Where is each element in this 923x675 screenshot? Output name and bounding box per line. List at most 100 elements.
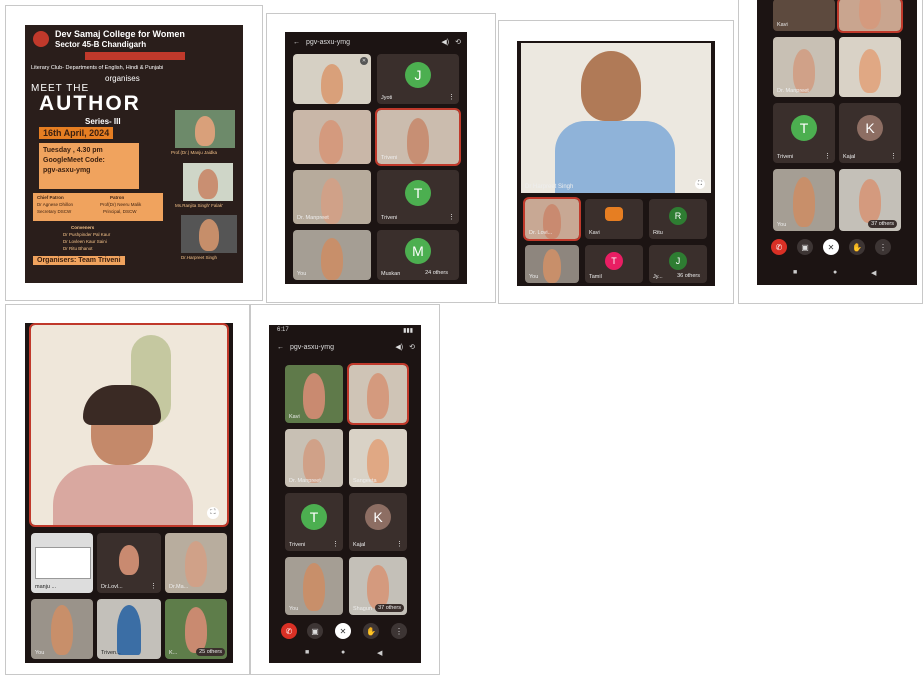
others-count[interactable]: 36 others: [674, 272, 703, 280]
participant-tile[interactable]: manju ...: [31, 533, 93, 593]
participant-tile[interactable]: Kavi: [285, 365, 343, 423]
participant-tile[interactable]: M Muskan 24 others: [377, 230, 459, 280]
speaker3-photo: [181, 215, 237, 253]
mic-off-icon: ✕: [360, 57, 368, 65]
nav-home-icon[interactable]: ●: [341, 649, 345, 656]
participant-tile[interactable]: J Jyoti ⋮: [377, 54, 459, 104]
participant-tile[interactable]: Kavi: [585, 199, 643, 239]
participant-tile[interactable]: [839, 37, 901, 97]
nav-square-icon[interactable]: ■: [305, 649, 309, 656]
participant-tile[interactable]: [347, 363, 409, 425]
participant-tile[interactable]: Kavi: [773, 0, 835, 31]
more-icon[interactable]: ⋮: [396, 540, 403, 548]
mic-button[interactable]: ✕: [823, 239, 839, 255]
others-count[interactable]: 24 others: [422, 269, 451, 277]
participant-tile[interactable]: Dr.Ma...: [165, 533, 227, 593]
raise-hand-button[interactable]: ✋: [849, 239, 865, 255]
more-options-button[interactable]: ⋮: [391, 623, 407, 639]
nav-back-icon[interactable]: ◀: [871, 269, 876, 277]
avatar: T: [301, 504, 327, 531]
avatar: T: [605, 251, 623, 270]
series-label: Series- III: [85, 117, 121, 126]
meeting-code[interactable]: pgv-asxu-ymg: [306, 39, 350, 46]
speaker-icon[interactable]: ◀): [441, 38, 449, 46]
more-options-button[interactable]: ⋮: [875, 239, 891, 255]
participant-tile[interactable]: 37 others: [839, 169, 901, 231]
avatar: R: [669, 206, 687, 225]
meeting-code[interactable]: pgv-asxu-ymg: [290, 344, 334, 351]
meet-topbar: ← pgv-asxu-ymg ◀) ⟲: [269, 339, 421, 355]
avatar: M: [405, 238, 431, 264]
participant-tile[interactable]: Dr.Lovl... ⋮: [97, 533, 161, 593]
event-time: Tuesday , 4.30 pm: [43, 147, 103, 154]
participant-tile[interactable]: You: [293, 230, 371, 280]
participant-tile[interactable]: Dr. Manpreet: [285, 429, 343, 487]
speaker-clothes: [53, 465, 193, 525]
participant-tile[interactable]: T Triveni ⋮: [285, 493, 343, 551]
main-speaker-tile[interactable]: Dr Harpreet Singh ⛶: [521, 43, 711, 193]
participant-tile[interactable]: T Triveni ⋮: [377, 170, 459, 224]
back-arrow-icon[interactable]: ←: [277, 344, 284, 351]
speaker-shirt: [555, 121, 675, 193]
college-name: Dev Samaj College for Women: [55, 29, 185, 39]
convener-3: Dr Ritu Bhanot: [63, 246, 93, 251]
participant-tile[interactable]: J Jy... 36 others: [649, 245, 707, 283]
chief-patron-role: Secretary DSCW: [37, 209, 72, 214]
participant-tile[interactable]: K... 25 others: [165, 599, 227, 659]
more-icon[interactable]: ⋮: [448, 213, 455, 221]
participant-tile[interactable]: You: [525, 245, 579, 283]
participant-tile[interactable]: Triven...: [97, 599, 161, 659]
panel-meet-speaker-2: ⛶ manju ... Dr.Lovl... ⋮ Dr.Ma... You Tri…: [5, 304, 250, 675]
participant-tile[interactable]: T Triveni ⋮: [773, 103, 835, 163]
patron-role: Principal, DSCW: [103, 209, 137, 214]
end-call-button[interactable]: ✆: [281, 623, 297, 639]
mic-button[interactable]: ✕: [335, 623, 351, 639]
more-icon[interactable]: ⋮: [890, 152, 897, 160]
back-arrow-icon[interactable]: ←: [293, 39, 300, 46]
event-date: 16th April, 2024: [39, 127, 114, 139]
participant-tile[interactable]: Dr. Manpreet: [773, 37, 835, 97]
speaker-icon[interactable]: ◀): [395, 343, 403, 351]
author-title: AUTHOR: [39, 92, 141, 115]
nav-square-icon[interactable]: ■: [793, 269, 797, 276]
participant-tile[interactable]: Dr. Manpreet: [293, 170, 371, 224]
more-icon[interactable]: ⋮: [332, 540, 339, 548]
participant-tile[interactable]: You: [285, 557, 343, 615]
end-call-button[interactable]: ✆: [771, 239, 787, 255]
event-poster: Dev Samaj College for Women Sector 45-B …: [25, 25, 243, 283]
nav-home-icon[interactable]: ●: [833, 269, 837, 276]
more-icon[interactable]: ⋮: [150, 582, 157, 590]
participant-tile[interactable]: K Kajal ⋮: [839, 103, 901, 163]
others-count[interactable]: 37 others: [375, 604, 404, 612]
more-icon[interactable]: ⋮: [448, 93, 455, 101]
others-count[interactable]: 25 others: [196, 648, 225, 656]
participant-tile[interactable]: Triveni: [375, 108, 461, 166]
meet-topbar: ← pgv-asxu-ymg ◀) ⟲: [285, 32, 467, 52]
others-count[interactable]: 37 others: [868, 220, 897, 228]
switch-camera-icon[interactable]: ⟲: [455, 38, 461, 46]
raise-hand-button[interactable]: ✋: [363, 623, 379, 639]
main-speaker-tile[interactable]: ⛶: [29, 323, 229, 527]
switch-camera-icon[interactable]: ⟲: [409, 343, 415, 351]
participant-tile[interactable]: R Ritu: [649, 199, 707, 239]
participant-tile[interactable]: [293, 110, 371, 164]
participant-tile[interactable]: You: [31, 599, 93, 659]
chief-patron-name: Dr Agnese Dhillon: [37, 202, 74, 207]
participant-tile[interactable]: [837, 0, 903, 33]
signal-icon: ▮▮▮: [403, 328, 413, 334]
speaker1-name: Prof.(Dr.) Manju Jaidka: [171, 150, 218, 155]
participant-tile[interactable]: You: [773, 169, 835, 231]
participant-tile[interactable]: Dr. Lovi...: [523, 197, 581, 241]
nav-back-icon[interactable]: ◀: [377, 649, 382, 657]
participant-tile[interactable]: T Tamil: [585, 245, 643, 283]
participant-tile[interactable]: Shagun 37 others: [349, 557, 407, 615]
participant-tile[interactable]: ✕: [293, 54, 371, 104]
panel-meet-speaker: Dr Harpreet Singh ⛶ Dr. Lovi... Kavi R Ri…: [498, 20, 734, 304]
fullscreen-icon[interactable]: ⛶: [695, 179, 705, 189]
camera-button[interactable]: ▣: [797, 239, 813, 255]
participant-tile[interactable]: K Kajal ⋮: [349, 493, 407, 551]
participant-tile[interactable]: Sangeeta: [349, 429, 407, 487]
camera-button[interactable]: ▣: [307, 623, 323, 639]
fullscreen-icon[interactable]: ⛶: [207, 507, 219, 519]
more-icon[interactable]: ⋮: [824, 152, 831, 160]
